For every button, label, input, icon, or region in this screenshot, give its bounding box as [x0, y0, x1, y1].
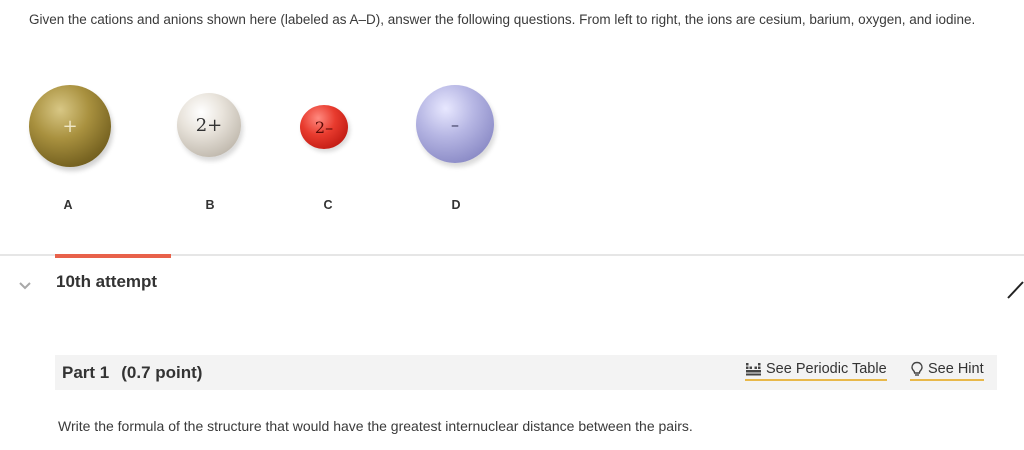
lightbulb-icon — [910, 361, 924, 377]
see-periodic-table-link[interactable]: See Periodic Table — [745, 361, 887, 381]
ion-c-sphere: 2– — [300, 105, 348, 149]
ion-b-label: B — [205, 198, 215, 212]
question-text: Given the cations and anions shown here … — [29, 12, 976, 27]
part-title: Part 1 (0.7 point) — [62, 363, 214, 383]
ion-b-charge: 2+ — [195, 114, 223, 136]
ion-c-charge: 2– — [314, 117, 334, 137]
ion-a-label: A — [63, 198, 73, 212]
see-periodic-table-label: See Periodic Table — [766, 361, 887, 377]
ions-figure: + 2+ 2– – A B C D — [0, 80, 520, 230]
ion-d-charge: – — [451, 114, 459, 134]
ion-c-label: C — [323, 198, 333, 212]
attempt-label[interactable]: 10th attempt — [56, 272, 157, 292]
periodic-table-icon — [745, 362, 762, 376]
part-header: Part 1 (0.7 point) See Periodic Table See… — [55, 355, 997, 390]
see-hint-label: See Hint — [928, 361, 984, 377]
ion-b-sphere: 2+ — [177, 93, 241, 157]
chevron-down-icon-svg — [19, 282, 31, 290]
ion-a-charge: + — [62, 115, 78, 137]
part-points: (0.7 point) — [121, 363, 203, 382]
ion-d-sphere: – — [416, 85, 494, 163]
ion-d-label: D — [451, 198, 461, 212]
question-prompt: Write the formula of the structure that … — [58, 418, 693, 434]
ion-a-sphere: + — [29, 85, 111, 167]
part-number: Part 1 — [62, 363, 110, 382]
attempt-progress-bar — [55, 254, 171, 258]
arrow-icon — [1006, 278, 1024, 305]
see-hint-link[interactable]: See Hint — [910, 361, 984, 381]
chevron-down-icon[interactable] — [18, 280, 32, 294]
